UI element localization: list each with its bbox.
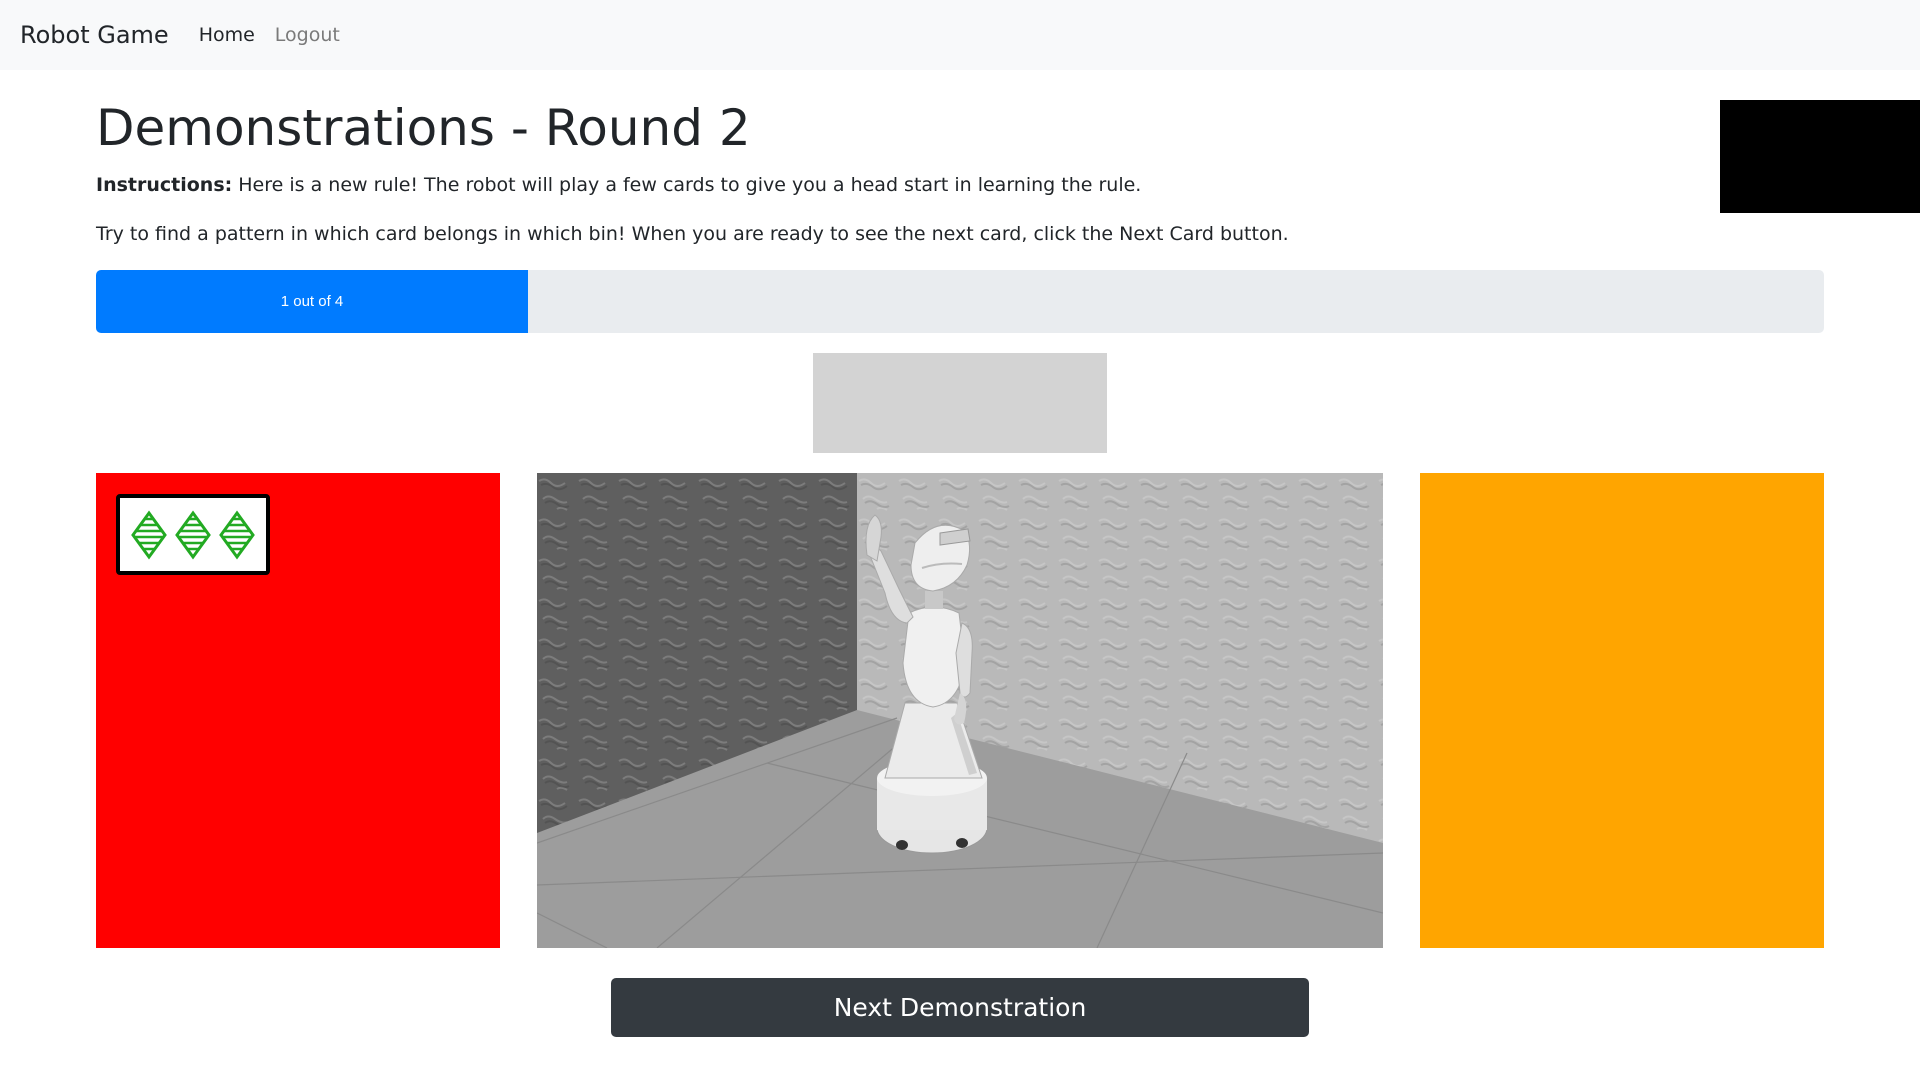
video-overlay-box (1720, 100, 1920, 213)
current-card-slot (813, 353, 1107, 453)
instructions-text: Here is a new rule! The robot will play … (232, 174, 1142, 196)
nav-link-logout[interactable]: Logout (275, 24, 340, 46)
progress-track: 1 out of 4 (96, 270, 1824, 333)
progress-bar: 1 out of 4 (96, 270, 528, 333)
navbar-brand[interactable]: Robot Game (20, 21, 169, 49)
played-card (116, 494, 270, 575)
bin-orange[interactable] (1420, 473, 1824, 948)
diamond-icon (131, 509, 167, 560)
robot-scene (537, 473, 1383, 948)
page-title: Demonstrations - Round 2 (96, 99, 751, 157)
navbar: Robot Game Home Logout (0, 0, 1920, 70)
diamond-icon (175, 509, 211, 560)
nav-link-home[interactable]: Home (199, 24, 255, 46)
instructions-secondary: Try to find a pattern in which card belo… (96, 223, 1289, 245)
next-demonstration-button[interactable]: Next Demonstration (611, 978, 1309, 1037)
instructions: Instructions: Here is a new rule! The ro… (96, 174, 1141, 196)
instructions-label: Instructions: (96, 174, 233, 196)
robot-scene-image (537, 473, 1383, 948)
diamond-icon (219, 509, 255, 560)
bin-red[interactable] (96, 473, 500, 948)
